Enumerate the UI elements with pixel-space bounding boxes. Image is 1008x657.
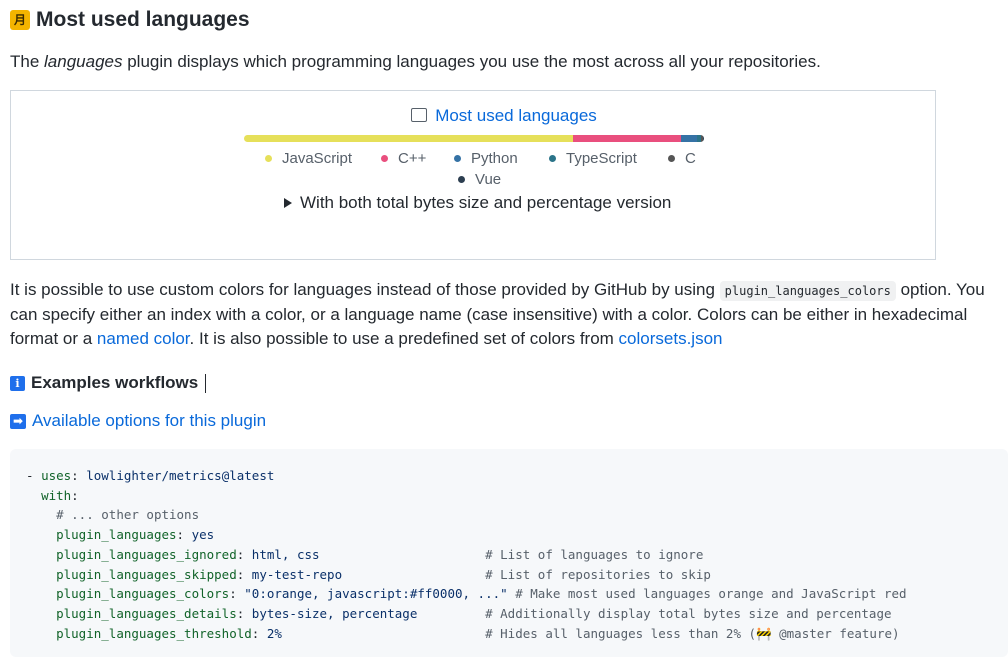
code-dash: - (26, 468, 42, 483)
intro-after: plugin displays which programming langua… (122, 52, 821, 71)
code-value: my-test-repo (251, 566, 343, 582)
bar-segment-javascript (244, 135, 573, 142)
code-value: bytes-size, percentage (251, 605, 418, 621)
section-heading-text: Most used languages (36, 8, 250, 31)
code-key: plugin_languages_details (56, 605, 237, 621)
bar-segment-cpp (572, 135, 681, 142)
info-icon: i (10, 375, 25, 391)
typescript-dot-icon (549, 155, 556, 162)
code-line: plugin_languages_colors: "0:orange, java… (56, 586, 907, 602)
available-options[interactable]: ➡ Available options for this plugin (10, 411, 266, 431)
card-title-text[interactable]: Most used languages (435, 106, 597, 125)
code-value: yes (191, 527, 215, 543)
code-comment: # Hides all languages less than 2% (🚧 @m… (485, 625, 900, 641)
code-line: plugin_languages_threshold: 2% # Hides a… (56, 625, 900, 641)
code-key: plugin_languages_colors (56, 586, 230, 602)
code-value: "0:orange, javascript:#ff0000, ..." (244, 586, 508, 602)
code-comment: # Make most used languages orange and Ja… (515, 586, 907, 602)
code-line: plugin_languages_ignored: html, css # Li… (56, 546, 704, 562)
code-comment: # List of repositories to skip (485, 566, 711, 582)
code-key: plugin_languages (56, 527, 177, 543)
code-key: plugin_languages_skipped (56, 566, 237, 582)
code-block: - uses: lowlighter/metrics@latest with: … (10, 449, 1008, 657)
code-key: plugin_languages_ignored (56, 546, 237, 562)
section-heading: 月 Most used languages (10, 8, 250, 32)
legend-label: Python (471, 150, 518, 167)
legend-item-python: Python (454, 150, 518, 167)
named-color-link[interactable]: named color (97, 329, 190, 348)
code-key: uses (41, 468, 72, 483)
javascript-dot-icon (265, 155, 272, 162)
calendar-emoji-icon: 月 (10, 10, 30, 30)
intro-text: The languages plugin displays which prog… (10, 52, 821, 72)
code-line: plugin_languages: yes (56, 527, 215, 543)
code-content: - uses: lowlighter/metrics@latest with: … (26, 468, 907, 641)
colorsets-link[interactable]: colorsets.json (619, 329, 723, 348)
languages-bar (244, 135, 704, 142)
code-value: lowlighter/metrics@latest (86, 468, 275, 483)
available-options-link[interactable]: Available options for this plugin (32, 411, 266, 431)
paragraph-text: It is possible to use custom colors for … (10, 280, 720, 299)
inline-code: plugin_languages_colors (719, 281, 896, 301)
card-title[interactable]: Most used languages (0, 106, 1008, 126)
code-line: plugin_languages_details: bytes-size, pe… (56, 605, 892, 621)
legend-label: C (685, 150, 696, 167)
examples-heading: i Examples workflows (10, 373, 207, 393)
legend-item-javascript: JavaScript (265, 150, 352, 167)
paragraph-text: . It is also possible to use a predefine… (189, 329, 619, 348)
details-toggle[interactable]: With both total bytes size and percentag… (284, 193, 671, 213)
legend-item-cpp: C++ (381, 150, 426, 167)
legend-label: TypeScript (566, 150, 637, 167)
comment-code-icon (411, 107, 428, 122)
c-dot-icon (668, 155, 675, 162)
python-dot-icon (454, 155, 461, 162)
disclosure-triangle-icon[interactable] (284, 198, 292, 208)
legend-label: JavaScript (282, 150, 353, 167)
details-summary[interactable]: With both total bytes size and percentag… (300, 193, 671, 213)
colors-paragraph: It is possible to use custom colors for … (10, 278, 1006, 351)
bar-segment-python (680, 135, 698, 142)
legend-label: C++ (398, 150, 427, 167)
arrow-right-icon: ➡ (10, 413, 26, 429)
legend-label: Vue (475, 172, 502, 186)
text-caret (205, 373, 207, 393)
code-comment: # Additionally display total bytes size … (485, 605, 892, 621)
code-line: plugin_languages_skipped: my-test-repo #… (56, 566, 711, 582)
code-key: plugin_languages_threshold (56, 625, 252, 641)
code-comment: # List of languages to ignore (485, 546, 704, 562)
intro-before: The (10, 52, 45, 71)
code-comment: # ... other options (56, 507, 200, 523)
intro-italic: languages (44, 52, 123, 71)
code-value: html, css (251, 546, 320, 562)
legend-item-vue: Vue (458, 172, 501, 186)
code-key: with (41, 487, 72, 503)
legend-item-typescript: TypeScript (549, 150, 637, 167)
legend-item-c: C (668, 150, 696, 167)
code-value: 2% (266, 625, 282, 641)
cpp-dot-icon (381, 155, 388, 162)
examples-heading-text: Examples workflows (31, 373, 199, 392)
vue-dot-icon (458, 175, 465, 183)
